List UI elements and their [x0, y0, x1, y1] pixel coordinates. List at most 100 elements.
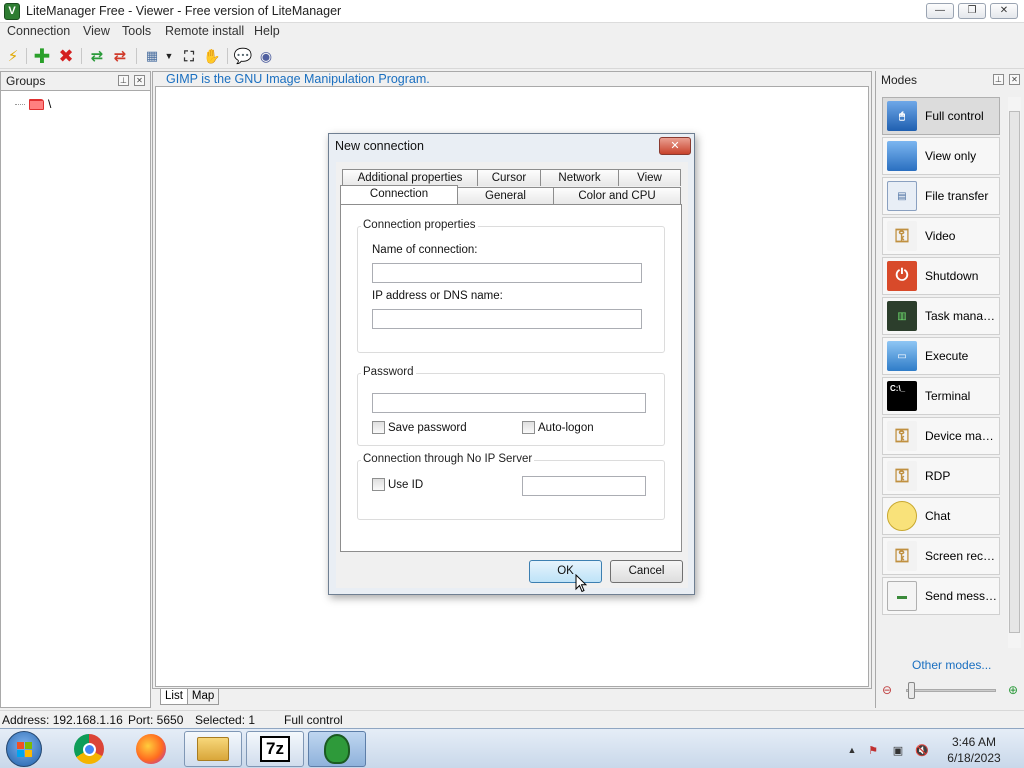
- modes-scrollbar[interactable]: [1008, 97, 1021, 648]
- cancel-button[interactable]: Cancel: [610, 560, 683, 583]
- taskbar-chrome[interactable]: [60, 731, 118, 767]
- minimize-button[interactable]: —: [926, 3, 954, 19]
- tab-list[interactable]: List: [160, 689, 188, 705]
- menu-bar: Connection View Tools Remote install Hel…: [0, 23, 1024, 42]
- dialog-close-button[interactable]: ✕: [659, 137, 691, 155]
- tree-root-item[interactable]: \: [15, 97, 51, 111]
- chat-icon[interactable]: 💬: [234, 47, 253, 65]
- clock-time: 3:46 AM: [951, 735, 997, 749]
- modes-header: Modes ⊥ ✕: [876, 71, 1024, 90]
- zoom-in-icon[interactable]: ⊕: [1008, 683, 1018, 697]
- tab-view[interactable]: View: [618, 169, 681, 186]
- view-mode-icon[interactable]: ▦: [143, 47, 161, 65]
- mode-label: View only: [925, 149, 977, 163]
- use-id-checkbox[interactable]: Use ID: [372, 478, 423, 491]
- menu-tools[interactable]: Tools: [122, 24, 151, 38]
- menu-help[interactable]: Help: [254, 24, 280, 38]
- tab-network[interactable]: Network: [540, 169, 619, 186]
- refresh-all-icon[interactable]: ⇄: [111, 47, 129, 65]
- network-icon[interactable]: ▣: [891, 743, 905, 757]
- mode-label: Screen recor...: [925, 549, 999, 563]
- mode-send-message[interactable]: ▬ Send message: [882, 577, 1000, 615]
- terminal-icon: C:\_: [887, 381, 917, 411]
- ip-label: IP address or DNS name:: [372, 290, 503, 302]
- checkbox-box[interactable]: [372, 421, 385, 434]
- taskbar-file-explorer[interactable]: [184, 731, 242, 767]
- zoom-thumb[interactable]: [908, 682, 915, 699]
- scrollbar-thumb[interactable]: [1009, 111, 1020, 633]
- mode-execute[interactable]: ▭ Execute: [882, 337, 1000, 375]
- taskbar-firefox[interactable]: [122, 731, 180, 767]
- add-icon[interactable]: ✚: [33, 46, 51, 68]
- mode-label: Execute: [925, 349, 969, 363]
- tab-color-and-cpu[interactable]: Color and CPU: [553, 187, 681, 204]
- ip-address-field[interactable]: [372, 309, 642, 329]
- mode-label: Shutdown: [925, 269, 979, 283]
- mode-screen-recorder[interactable]: ⚿ Screen recor...: [882, 537, 1000, 575]
- screen-recorder-icon: ⚿: [887, 541, 917, 571]
- hand-icon[interactable]: ✋: [203, 47, 221, 65]
- app-icon[interactable]: V: [4, 3, 20, 20]
- toolbar: ⚡ ✚ ✖ ⇄ ⇄ ▦ ▼ ⛶ ✋ 💬 ◉: [0, 43, 1024, 69]
- save-password-checkbox[interactable]: Save password: [372, 421, 467, 434]
- tab-map[interactable]: Map: [186, 689, 220, 705]
- mode-file-transfer[interactable]: ▤ File transfer: [882, 177, 1000, 215]
- maximize-button[interactable]: ❐: [958, 3, 986, 19]
- tab-cursor[interactable]: Cursor: [477, 169, 541, 186]
- window-title: LiteManager Free - Viewer - Free version…: [26, 4, 342, 18]
- zoom-track[interactable]: [906, 689, 996, 692]
- taskbar-7zip[interactable]: 7z: [246, 731, 304, 767]
- close-panel-icon[interactable]: ✕: [1009, 74, 1020, 85]
- mode-video[interactable]: ⚿ Video: [882, 217, 1000, 255]
- start-button[interactable]: [6, 731, 42, 767]
- refresh-icon[interactable]: ⇄: [88, 47, 106, 65]
- clock[interactable]: 3:46 AM 6/18/2023: [940, 734, 1008, 766]
- close-button[interactable]: ✕: [990, 3, 1018, 19]
- server-icon[interactable]: ◉: [257, 47, 275, 65]
- modes-panel: Modes ⊥ ✕ 🖱 Full control View only ▤ Fil…: [875, 71, 1024, 708]
- tab-additional-properties[interactable]: Additional properties: [342, 169, 478, 186]
- view-only-icon: [887, 141, 917, 171]
- pin-icon[interactable]: ⊥: [993, 74, 1004, 85]
- video-icon: ⚿: [887, 221, 917, 251]
- ok-button[interactable]: OK: [529, 560, 602, 583]
- checkbox-box[interactable]: [372, 478, 385, 491]
- taskbar: 7z ▲ ⚑ ▣ 🔇 3:46 AM 6/18/2023: [0, 728, 1024, 768]
- tab-general[interactable]: General: [457, 187, 554, 204]
- mode-task-manager[interactable]: ▥ Task manager: [882, 297, 1000, 335]
- tab-connection[interactable]: Connection: [340, 185, 458, 204]
- zoom-slider[interactable]: ⊖ ⊕: [880, 681, 1020, 699]
- id-field[interactable]: [522, 476, 646, 496]
- mode-terminal[interactable]: C:\_ Terminal: [882, 377, 1000, 415]
- volume-muted-icon[interactable]: 🔇: [915, 743, 929, 757]
- zoom-out-icon[interactable]: ⊖: [882, 683, 892, 697]
- mode-chat[interactable]: Chat: [882, 497, 1000, 535]
- mode-full-control[interactable]: 🖱 Full control: [882, 97, 1000, 135]
- mode-device-manager[interactable]: ⚿ Device mana...: [882, 417, 1000, 455]
- mode-view-only[interactable]: View only: [882, 137, 1000, 175]
- menu-connection[interactable]: Connection: [7, 24, 70, 38]
- password-field[interactable]: [372, 393, 646, 413]
- taskbar-litemanager[interactable]: [308, 731, 366, 767]
- other-modes-link[interactable]: Other modes...: [912, 658, 991, 672]
- full-control-icon: 🖱: [887, 101, 917, 131]
- mode-label: Send message: [925, 589, 999, 603]
- mode-rdp[interactable]: ⚿ RDP: [882, 457, 1000, 495]
- close-panel-icon[interactable]: ✕: [134, 75, 145, 86]
- mode-shutdown[interactable]: ⏻ Shutdown: [882, 257, 1000, 295]
- auto-logon-checkbox[interactable]: Auto-logon: [522, 421, 594, 434]
- connection-name-field[interactable]: [372, 263, 642, 283]
- binoculars-icon[interactable]: ⛶: [180, 47, 198, 65]
- show-hidden-icons[interactable]: ▲: [845, 743, 859, 757]
- lightning-icon[interactable]: ⚡: [4, 47, 22, 65]
- rdp-icon: ⚿: [887, 461, 917, 491]
- toolbar-separator: [136, 48, 137, 64]
- dropdown-arrow-icon[interactable]: ▼: [163, 47, 175, 65]
- menu-remote-install[interactable]: Remote install: [165, 24, 244, 38]
- menu-view[interactable]: View: [83, 24, 110, 38]
- network-warning-icon[interactable]: ⚑: [866, 743, 880, 757]
- pin-icon[interactable]: ⊥: [118, 75, 129, 86]
- checkbox-box[interactable]: [522, 421, 535, 434]
- delete-icon[interactable]: ✖: [57, 46, 75, 66]
- modes-title: Modes: [881, 73, 918, 87]
